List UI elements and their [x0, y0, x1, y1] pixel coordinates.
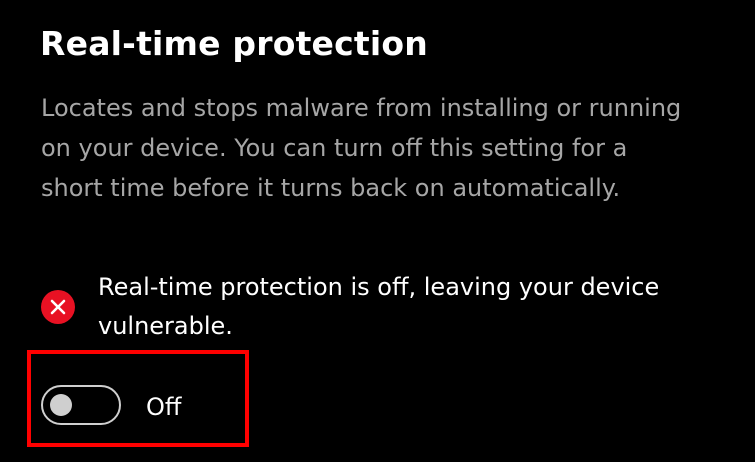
- toggle-state-label: Off: [146, 393, 182, 421]
- toggle-knob: [50, 394, 72, 416]
- section-description: Locates and stops malware from installin…: [41, 94, 682, 202]
- toggle-switch[interactable]: [41, 385, 121, 425]
- status-warning: Real-time protection is off, leaving you…: [41, 268, 681, 348]
- status-text: Real-time protection is off, leaving you…: [98, 273, 660, 340]
- error-x-icon: [41, 290, 75, 324]
- realtime-protection-toggle[interactable]: Off: [41, 385, 241, 427]
- section-title: Real-time protection: [40, 24, 428, 63]
